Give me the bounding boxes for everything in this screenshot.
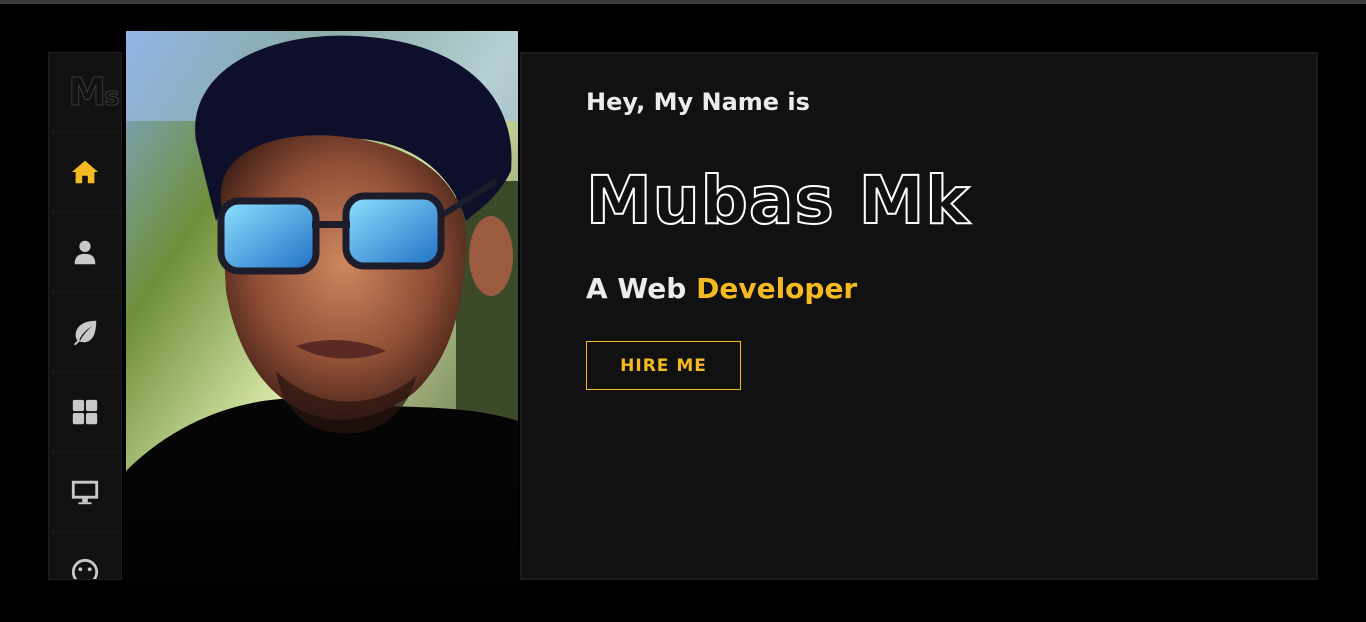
hero-greeting: Hey, My Name is xyxy=(586,88,810,116)
user-icon xyxy=(74,240,96,264)
profile-photo xyxy=(126,31,518,622)
logo-sub-letter: s xyxy=(104,82,121,113)
logo-main-letter: M xyxy=(68,70,107,115)
site-logo[interactable]: Ms xyxy=(49,53,121,132)
nav-item-home[interactable] xyxy=(49,132,121,212)
home-icon xyxy=(71,160,99,183)
hero-role: A Web Developer xyxy=(586,272,857,305)
grid-icon xyxy=(72,399,98,424)
hero-card: Hey, My Name is Mubas Mk A Web Developer… xyxy=(520,52,1318,580)
role-highlight: Developer xyxy=(696,272,858,305)
window-top-border xyxy=(0,0,1366,4)
desktop-icon xyxy=(71,480,99,504)
nav-item-services[interactable] xyxy=(49,292,121,372)
leaf-icon xyxy=(73,320,97,345)
logo-text: Ms xyxy=(60,70,121,115)
nav-item-contact[interactable] xyxy=(49,532,121,579)
nav-item-portfolio[interactable] xyxy=(49,372,121,452)
hero-name: Mubas Mk xyxy=(585,161,971,240)
hire-me-button[interactable]: HIRE ME xyxy=(586,341,741,390)
smile-icon xyxy=(71,558,99,579)
sidebar-nav: Ms xyxy=(48,52,122,580)
nav-item-projects[interactable] xyxy=(49,452,121,532)
profile-portrait-image xyxy=(126,31,518,622)
nav-item-about[interactable] xyxy=(49,212,121,292)
role-prefix: A Web xyxy=(586,272,697,305)
